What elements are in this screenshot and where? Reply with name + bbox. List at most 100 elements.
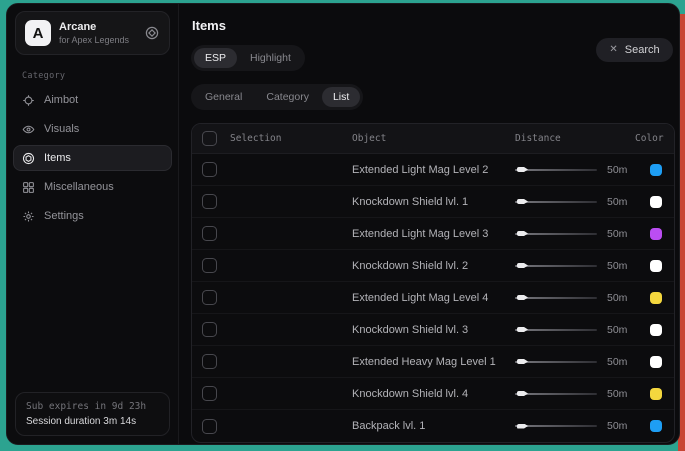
object-name: Extended Light Mag Level 3 [352,228,515,240]
sidebar-item-aimbot[interactable]: Aimbot [13,87,172,113]
main-panel: Items ESPHighlight ✕ Search GeneralCateg… [179,4,680,444]
items-table: Selection Object Distance Color Extended… [191,123,675,443]
slider-handle[interactable] [517,295,528,300]
search-x-icon: ✕ [609,45,617,55]
search-button-label: Search [625,44,660,56]
object-name: Knockdown Shield lvl. 3 [352,324,515,336]
object-name: Knockdown Shield lvl. 2 [352,260,515,272]
sidebar-item-items[interactable]: Items [13,145,172,171]
select-all-checkbox[interactable] [202,131,217,146]
session-duration-text: Session duration 3m 14s [26,416,159,427]
pin-icon[interactable] [144,25,160,41]
distance-value: 50m [607,228,627,240]
object-name: Extended Light Mag Level 4 [352,292,515,304]
row-checkbox[interactable] [202,258,217,273]
color-swatch[interactable] [650,196,662,208]
table-row: Extended Light Mag Level 2 50m [192,154,674,186]
sidebar: A Arcane for Apex Legends Category Aimbo… [7,4,179,444]
row-checkbox[interactable] [202,194,217,209]
slider-handle[interactable] [517,391,528,396]
slider-handle[interactable] [517,263,528,268]
distance-value: 50m [607,324,627,336]
tab-category[interactable]: Category [255,87,320,107]
row-checkbox[interactable] [202,354,217,369]
distance-slider[interactable] [515,197,597,207]
color-swatch[interactable] [650,260,662,272]
table-row: Knockdown Shield lvl. 1 50m [192,186,674,218]
color-swatch[interactable] [650,388,662,400]
slider-handle[interactable] [517,359,528,364]
distance-value: 50m [607,260,627,272]
sidebar-item-label: Settings [44,210,84,222]
distance-value: 50m [607,388,627,400]
color-swatch[interactable] [650,324,662,336]
gear-icon [22,210,35,223]
sidebar-item-settings[interactable]: Settings [13,203,172,229]
app-subtitle: for Apex Legends [59,35,136,45]
feature-tab-group: ESPHighlight [191,45,305,71]
distance-slider[interactable] [515,325,597,335]
page-title: Items [192,18,675,33]
table-row: Extended Heavy Mag Level 1 50m [192,346,674,378]
slider-handle[interactable] [517,199,528,204]
distance-value: 50m [607,164,627,176]
row-checkbox[interactable] [202,322,217,337]
row-checkbox[interactable] [202,386,217,401]
row-checkbox[interactable] [202,162,217,177]
table-row: Knockdown Shield lvl. 3 50m [192,314,674,346]
tab-esp[interactable]: ESP [194,48,237,68]
slider-handle[interactable] [517,167,528,172]
color-swatch[interactable] [650,292,662,304]
distance-slider[interactable] [515,389,597,399]
sidebar-item-label: Miscellaneous [44,181,114,193]
app-window: A Arcane for Apex Legends Category Aimbo… [6,3,680,445]
slider-handle[interactable] [517,231,528,236]
color-swatch[interactable] [650,228,662,240]
row-checkbox[interactable] [202,226,217,241]
table-row: Backpack lvl. 150m [192,410,674,442]
distance-slider[interactable] [515,165,597,175]
table-row: Knockdown Shield lvl. 2 50m [192,250,674,282]
distance-value: 50m [607,292,627,304]
sidebar-nav: Aimbot Visuals Items Miscellaneous Settings [7,87,178,229]
table-row: Extended Light Mag Level 3 50m [192,218,674,250]
color-swatch[interactable] [650,356,662,368]
distance-slider[interactable] [515,357,597,367]
object-name: Extended Light Mag Level 2 [352,164,515,176]
slider-handle[interactable] [517,327,528,332]
distance-slider[interactable] [515,261,597,271]
table-row: Knockdown Shield lvl. 4 50m [192,378,674,410]
distance-slider[interactable] [515,229,597,239]
column-header-distance: Distance [515,133,635,144]
table-row: Extended Light Mag Level 4 50m [192,282,674,314]
package-icon [22,152,35,165]
app-name: Arcane [59,21,136,33]
table-body: Extended Light Mag Level 250mKnockdown S… [192,154,674,442]
object-name: Knockdown Shield lvl. 1 [352,196,515,208]
object-name: Knockdown Shield lvl. 4 [352,388,515,400]
distance-value: 50m [607,196,627,208]
distance-slider[interactable] [515,421,597,431]
distance-slider[interactable] [515,293,597,303]
sidebar-section-label: Category [22,71,178,81]
row-checkbox[interactable] [202,419,217,434]
sidebar-item-label: Visuals [44,123,79,135]
object-name: Extended Heavy Mag Level 1 [352,356,515,368]
sub-expiry-text: Sub expires in 9d 23h [26,401,159,412]
color-swatch[interactable] [650,164,662,176]
color-swatch[interactable] [650,420,662,432]
sidebar-item-miscellaneous[interactable]: Miscellaneous [13,174,172,200]
eye-icon [22,123,35,136]
distance-value: 50m [607,356,627,368]
crosshair-icon [22,94,35,107]
distance-value: 50m [607,420,627,432]
search-button[interactable]: ✕ Search [596,38,672,62]
sidebar-item-visuals[interactable]: Visuals [13,116,172,142]
column-header-object: Object [352,133,515,144]
tab-general[interactable]: General [194,87,253,107]
row-checkbox[interactable] [202,290,217,305]
tab-highlight[interactable]: Highlight [239,48,302,68]
view-tab-group: GeneralCategoryList [191,84,363,110]
tab-list[interactable]: List [322,87,360,107]
column-header-selection: Selection [230,133,352,144]
